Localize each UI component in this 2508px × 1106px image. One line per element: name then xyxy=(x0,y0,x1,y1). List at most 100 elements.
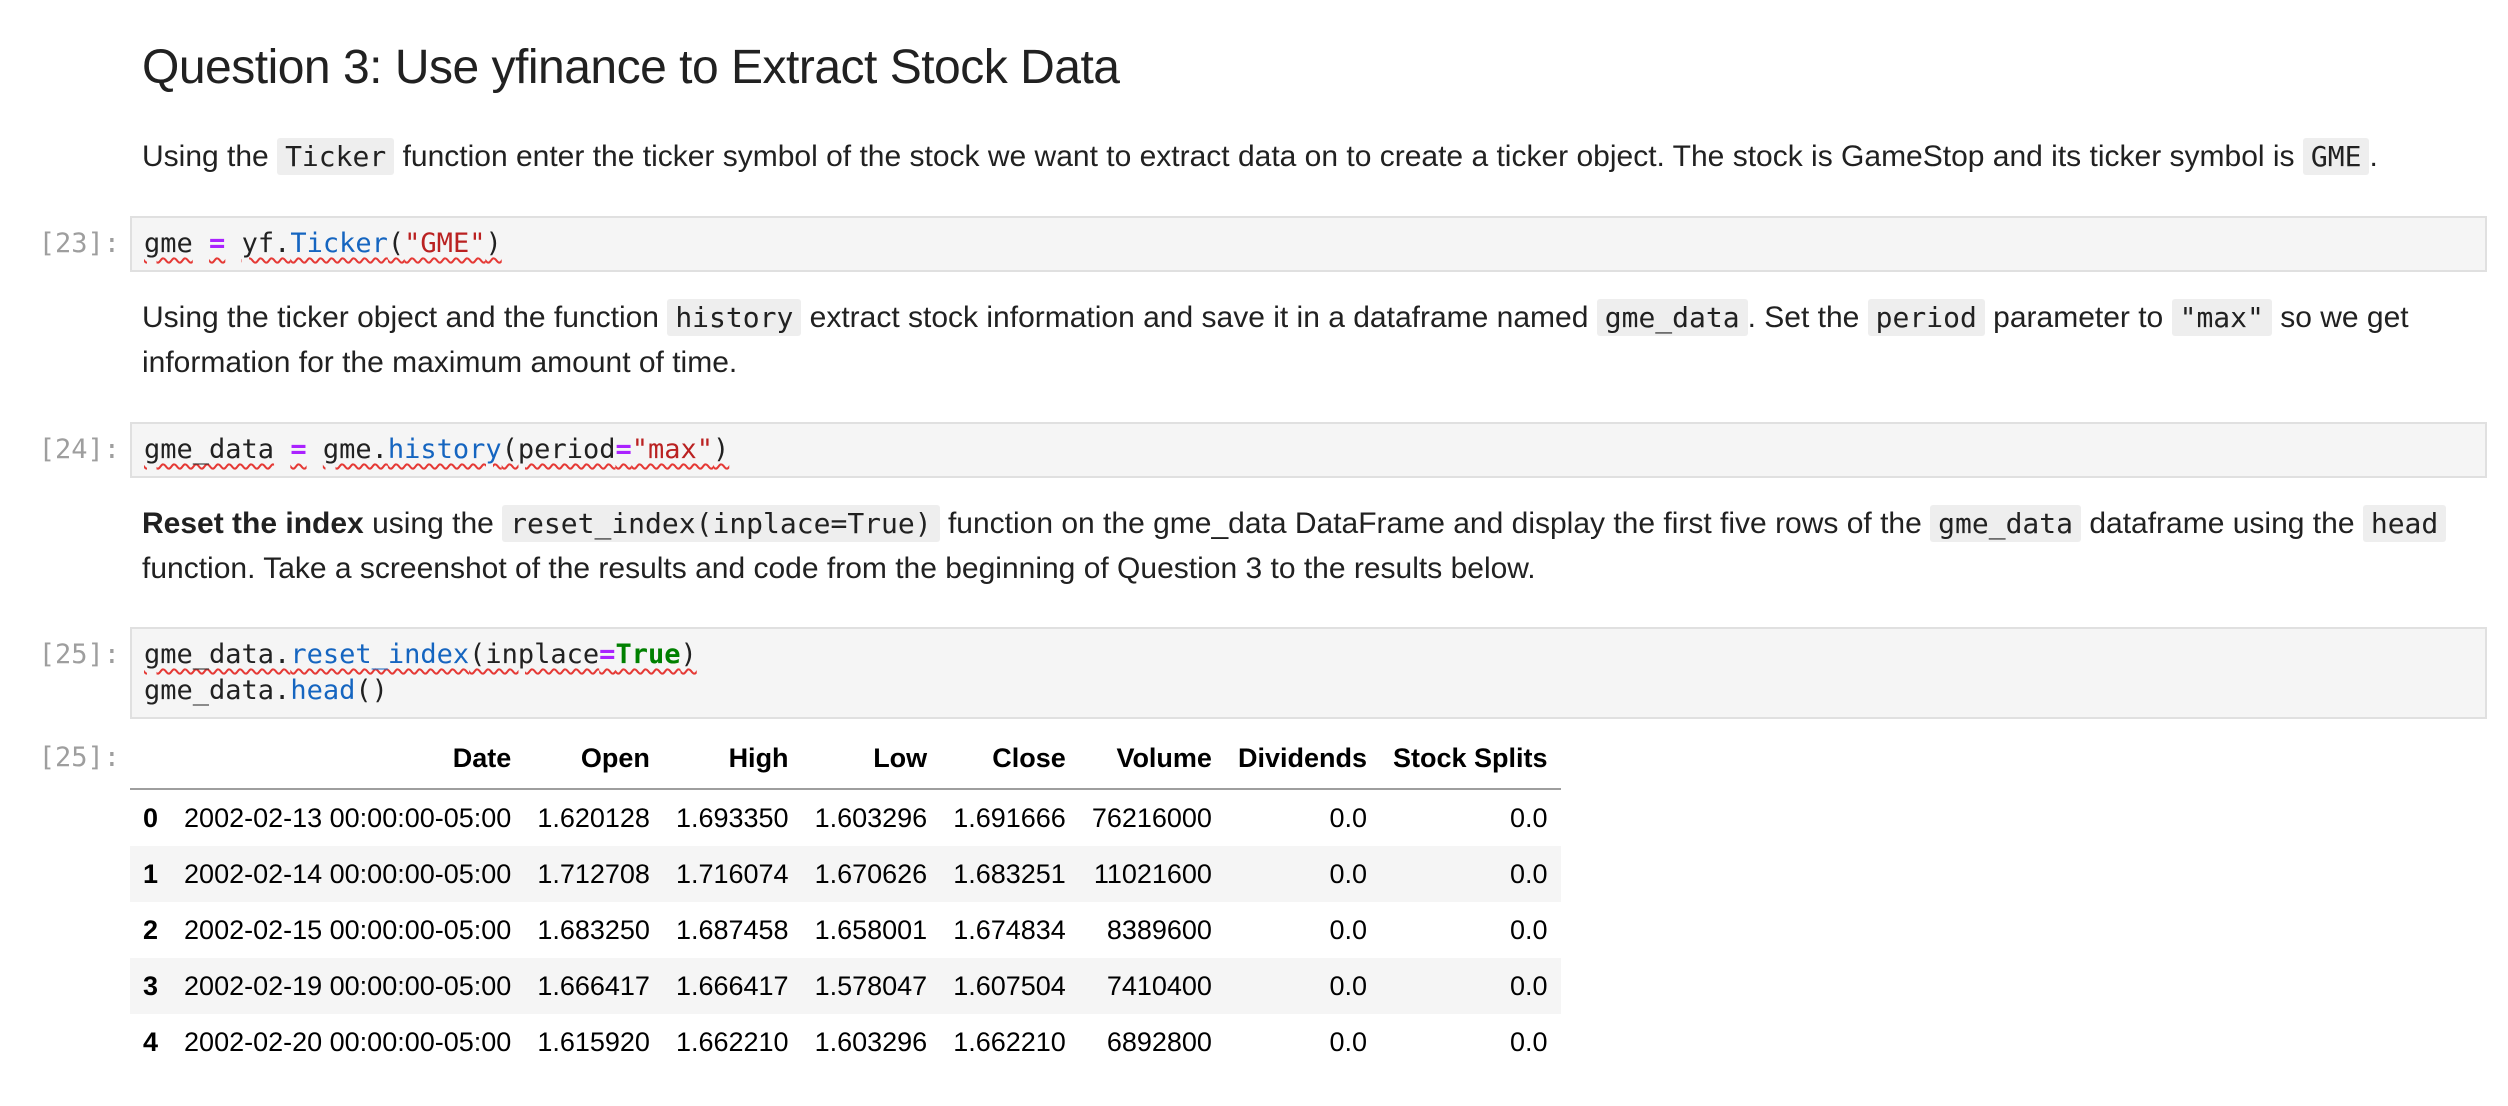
text: . xyxy=(2369,140,2378,173)
table-cell: 0.0 xyxy=(1329,970,1367,1001)
code-token: gme xyxy=(144,228,193,259)
code-cell-24[interactable]: gme_data = gme.history(period="max") xyxy=(130,422,2487,478)
table-cell: 1.603296 xyxy=(814,802,928,833)
code-token: (inplace xyxy=(469,639,600,670)
code-token: = xyxy=(599,639,616,670)
code-cell-25[interactable]: gme_data.reset_index(inplace=True) gme_d… xyxy=(130,627,2487,719)
dataframe-output-table: Date Open High Low Close Volume Dividend… xyxy=(130,728,1561,1070)
code-token: True xyxy=(615,639,681,670)
code-token: ) xyxy=(680,639,697,670)
code-token: yf. xyxy=(241,228,291,259)
row-index: 2 xyxy=(143,914,159,945)
code-token: Ticker xyxy=(290,228,388,259)
inline-code-ticker: Ticker xyxy=(277,138,395,175)
markdown-cell-history-instructions[interactable]: Using the ticker object and the function… xyxy=(142,295,2472,385)
table-cell: 1.687458 xyxy=(675,914,789,945)
table-cell: 6892800 xyxy=(1106,1026,1212,1057)
table-cell: 7410400 xyxy=(1106,970,1212,1001)
table-cell: 2002-02-13 00:00:00-05:00 xyxy=(184,802,512,833)
text: function. Take a screenshot of the resul… xyxy=(142,552,1536,585)
text: function on the gme_data DataFrame and d… xyxy=(939,507,1931,540)
inline-code-reset-index: reset_index(inplace=True) xyxy=(502,505,940,542)
table-cell: 0.0 xyxy=(1509,970,1548,1001)
table-cell: 1.615920 xyxy=(537,1026,650,1057)
text: parameter to xyxy=(1984,301,2172,334)
inline-code-period: period xyxy=(1867,299,1985,336)
inline-code-gme-data: gme_data xyxy=(1596,299,1748,336)
notebook-page: Question 3: Use yfinance to Extract Stoc… xyxy=(0,0,2508,1106)
table-cell: 0.0 xyxy=(1509,858,1548,889)
markdown-cell-ticker-instructions[interactable]: Using the Ticker function enter the tick… xyxy=(142,134,2472,179)
text: function enter the ticker symbol of the … xyxy=(394,140,2303,173)
code-token: () xyxy=(355,675,388,706)
execution-count-25: [25]: xyxy=(38,639,120,670)
table-cell: 1.693350 xyxy=(675,802,789,833)
inline-code-gme: GME xyxy=(2302,138,2370,175)
table-cell: 1.658001 xyxy=(814,914,928,945)
table-cell: 1.683250 xyxy=(537,914,650,945)
table-row: 0 2002-02-13 00:00:00-05:00 1.620128 1.6… xyxy=(130,789,1561,846)
table-cell: 0.0 xyxy=(1329,914,1367,945)
table-cell: 0.0 xyxy=(1509,1026,1548,1057)
table-cell: 1.712708 xyxy=(537,858,650,889)
table-cell: 1.578047 xyxy=(814,970,928,1001)
table-cell: 1.620128 xyxy=(537,802,650,833)
execution-count-23: [23]: xyxy=(38,228,120,259)
column-header: Open xyxy=(524,728,663,790)
table-cell: 1.670626 xyxy=(814,858,928,889)
table-row: 2 2002-02-15 00:00:00-05:00 1.683250 1.6… xyxy=(130,902,1561,958)
bold-text: Reset the index xyxy=(142,507,364,540)
column-header: Volume xyxy=(1078,728,1225,790)
table-cell: 0.0 xyxy=(1329,1026,1367,1057)
row-index: 3 xyxy=(143,970,159,1001)
table-cell: 0.0 xyxy=(1509,802,1548,833)
inline-code-max: "max" xyxy=(2171,299,2272,336)
table-cell: 0.0 xyxy=(1329,858,1367,889)
table-cell: 2002-02-14 00:00:00-05:00 xyxy=(184,858,512,889)
markdown-cell-reset-index-instructions[interactable]: Reset the index using the reset_index(in… xyxy=(142,501,2472,591)
table-row: 4 2002-02-20 00:00:00-05:00 1.615920 1.6… xyxy=(130,1014,1561,1070)
column-header: Dividends xyxy=(1224,728,1380,790)
column-header: High xyxy=(662,728,802,790)
table-cell: 1.716074 xyxy=(675,858,789,889)
code-token: head xyxy=(290,675,356,706)
code-token: gme_data. xyxy=(144,639,291,670)
column-header: Stock Splits xyxy=(1379,728,1561,790)
code-token: ) xyxy=(713,434,730,465)
column-header: Low xyxy=(801,728,941,790)
code-token: ) xyxy=(485,228,502,259)
table-cell: 1.662210 xyxy=(675,1026,789,1057)
table-cell: 0.0 xyxy=(1329,802,1367,833)
table-cell: 1.666417 xyxy=(675,970,789,1001)
code-token: "GME" xyxy=(404,228,486,259)
code-token: = xyxy=(209,228,226,259)
column-header xyxy=(130,728,172,790)
row-index: 0 xyxy=(143,802,159,833)
code-cell-23[interactable]: gme = yf.Ticker("GME") xyxy=(130,216,2487,272)
code-token: gme_data. xyxy=(144,675,291,706)
table-cell: 76216000 xyxy=(1091,802,1212,833)
code-token: = xyxy=(290,434,307,465)
table-cell: 1.683251 xyxy=(953,858,1066,889)
table-row: 3 2002-02-19 00:00:00-05:00 1.666417 1.6… xyxy=(130,958,1561,1014)
text: . Set the xyxy=(1747,301,1868,334)
table-cell: 0.0 xyxy=(1509,914,1548,945)
row-index: 4 xyxy=(143,1026,159,1057)
inline-code-head: head xyxy=(2362,505,2447,542)
column-header: Date xyxy=(171,728,525,790)
code-token: ( xyxy=(387,228,405,259)
table-cell: 1.603296 xyxy=(814,1026,928,1057)
code-token: "max" xyxy=(631,434,714,465)
table-cell: 1.662210 xyxy=(953,1026,1066,1057)
execution-count-24: [24]: xyxy=(38,434,120,465)
code-token: gme_data xyxy=(144,434,275,465)
question-heading: Question 3: Use yfinance to Extract Stoc… xyxy=(142,41,1120,94)
code-token: reset_index xyxy=(290,639,470,670)
output-prompt-25: [25]: xyxy=(38,742,120,773)
table-header-row: Date Open High Low Close Volume Dividend… xyxy=(130,728,1561,790)
table-cell: 1.674834 xyxy=(953,914,1066,945)
code-token: (period xyxy=(501,434,616,465)
text: using the xyxy=(363,507,503,540)
table-cell: 1.666417 xyxy=(537,970,650,1001)
table-cell: 2002-02-19 00:00:00-05:00 xyxy=(184,970,512,1001)
